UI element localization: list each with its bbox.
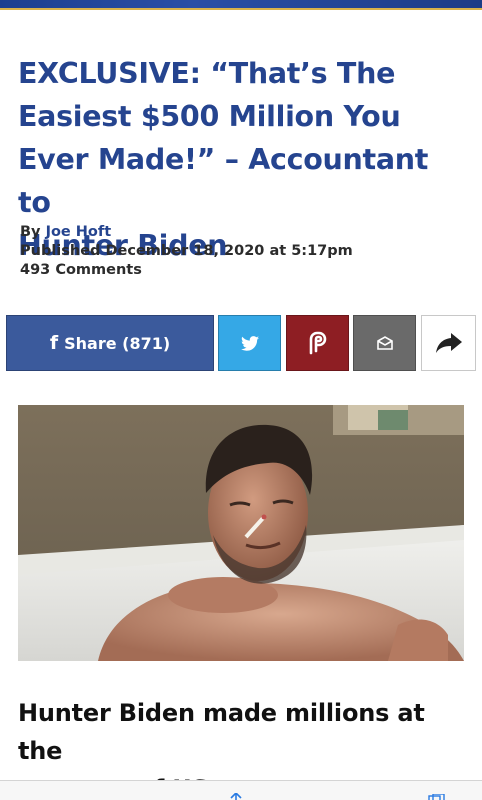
headline-line: Ever Made!” – Accountant to <box>18 143 429 219</box>
share-up-icon[interactable] <box>229 793 243 800</box>
parler-icon <box>309 331 326 355</box>
facebook-share-label: Share (871) <box>64 333 171 353</box>
parler-share-button[interactable] <box>286 315 349 371</box>
byline-prefix: By <box>20 224 46 240</box>
article-photo <box>18 405 464 661</box>
published-date: Published December 18, 2020 at 5:17pm <box>20 243 353 259</box>
top-banner-accent <box>0 8 482 10</box>
headline-line: Easiest $500 Million You <box>18 100 401 133</box>
facebook-icon: f <box>49 332 59 354</box>
tabs-icon[interactable] <box>428 794 446 800</box>
email-share-button[interactable] <box>353 315 416 371</box>
share-arrow-icon <box>435 333 462 353</box>
twitter-share-button[interactable] <box>218 315 281 371</box>
top-banner-strip <box>0 0 482 8</box>
subheading-line: Hunter Biden made millions at the <box>18 699 425 765</box>
email-icon <box>376 336 393 350</box>
byline: By Joe Hoft <box>20 224 111 240</box>
more-share-button[interactable] <box>421 315 476 371</box>
browser-toolbar <box>0 780 482 800</box>
comments-count-link[interactable]: 493 Comments <box>20 262 142 278</box>
headline-line: EXCLUSIVE: “That’s The <box>18 57 396 90</box>
man-in-bathtub-image <box>18 405 464 661</box>
twitter-icon <box>240 335 259 351</box>
facebook-share-button[interactable]: f Share (871) <box>6 315 214 371</box>
author-link[interactable]: Joe Hoft <box>46 224 112 240</box>
